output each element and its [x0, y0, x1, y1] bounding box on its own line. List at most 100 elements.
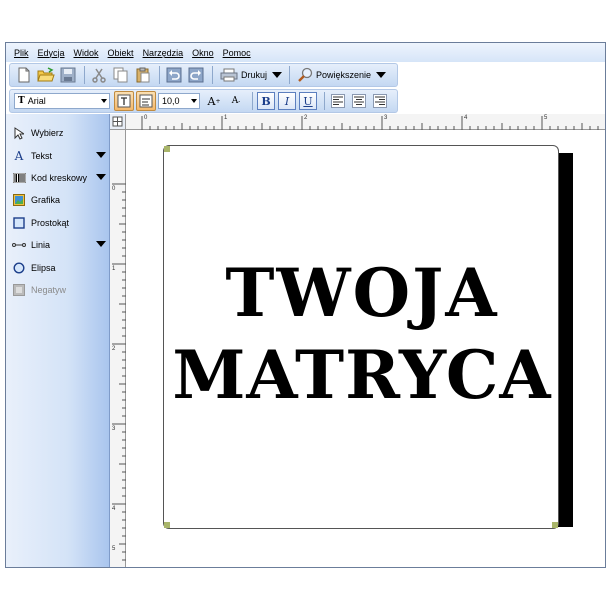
toolbar-separator: [324, 92, 325, 110]
align-center-icon: [352, 94, 366, 108]
plus-icon: +: [215, 97, 221, 105]
align-left-icon: [331, 94, 345, 108]
ruler-top-number: 4: [464, 115, 468, 121]
menu-widok[interactable]: Widok: [74, 48, 99, 58]
pointer-icon: [12, 126, 26, 140]
tool-text[interactable]: A Tekst: [12, 147, 108, 165]
ruler-top-number: 2: [304, 115, 308, 121]
align-left-button[interactable]: [329, 92, 347, 110]
stamp-line-2: MATRYCA: [172, 336, 552, 414]
align-right-button[interactable]: [371, 92, 389, 110]
font-name-select[interactable]: T Arial: [14, 93, 110, 109]
chevron-down-icon[interactable]: [96, 152, 106, 158]
selection-handle[interactable]: [164, 522, 170, 528]
tool-select[interactable]: Wybierz: [12, 124, 108, 142]
menu-plik[interactable]: Plik: [14, 48, 29, 58]
text-icon: A: [14, 149, 24, 163]
rectangle-icon: [12, 216, 26, 230]
vertical-ruler: 0 1 2 3 4 5: [110, 130, 126, 567]
selection-handle[interactable]: [164, 146, 170, 152]
redo-button[interactable]: [186, 65, 206, 85]
standard-toolbar-band: Drukuj Powiększenie: [9, 63, 398, 87]
bold-label: B: [261, 94, 271, 108]
chevron-down-icon[interactable]: [376, 72, 387, 78]
copy-icon: [113, 67, 128, 83]
copy-button[interactable]: [111, 65, 131, 85]
menu-okno[interactable]: Okno: [192, 48, 214, 58]
menu-edycja[interactable]: Edycja: [38, 48, 65, 58]
font-size-select[interactable]: 10,0: [158, 93, 200, 109]
chevron-down-icon[interactable]: [96, 241, 106, 247]
shrink-font-button[interactable]: A-: [226, 91, 246, 111]
ruler-left-number: 3: [112, 426, 116, 432]
chevron-down-icon[interactable]: [191, 99, 197, 103]
undo-button[interactable]: [164, 65, 184, 85]
font-size-value: 10,0: [162, 96, 180, 106]
menu-narzedzia[interactable]: Narzędzia: [143, 48, 184, 58]
chevron-down-icon[interactable]: [101, 99, 107, 103]
tool-text-label: Tekst: [31, 151, 53, 161]
menu-pomoc[interactable]: Pomoc: [223, 48, 251, 58]
redo-icon: [188, 67, 204, 83]
tool-negative-label: Negatyw: [31, 285, 67, 295]
italic-button[interactable]: I: [278, 92, 296, 110]
horizontal-ruler-ticks: [141, 116, 599, 130]
print-button[interactable]: Drukuj: [217, 65, 285, 85]
print-label: Drukuj: [241, 70, 268, 80]
tool-rectangle[interactable]: Prostokąt: [12, 214, 108, 232]
horizontal-ruler: 0 1 2 3 4 5: [126, 114, 605, 130]
tool-image-label: Grafika: [31, 195, 61, 205]
stamp-text[interactable]: TWOJA MATRYCA: [164, 252, 560, 416]
tool-ellipse[interactable]: Elipsa: [12, 259, 108, 277]
zoom-button[interactable]: Powiększenie: [294, 65, 389, 85]
tool-line[interactable]: Linia: [12, 236, 108, 254]
standard-toolbar: Drukuj Powiększenie: [6, 62, 605, 88]
zoom-label: Powiększenie: [316, 70, 372, 80]
grow-font-button[interactable]: A +: [204, 91, 224, 111]
text-wrap-button[interactable]: [136, 91, 156, 111]
new-button[interactable]: [14, 65, 34, 85]
chevron-down-icon[interactable]: [272, 72, 283, 78]
tool-select-label: Wybierz: [31, 128, 64, 138]
stamp-line-1: TWOJA: [225, 254, 499, 332]
grow-font-label: A: [207, 94, 216, 108]
ruler-top-number: 5: [544, 115, 548, 121]
open-button[interactable]: [36, 65, 56, 85]
tool-line-label: Linia: [31, 240, 51, 250]
selection-handle[interactable]: [552, 522, 558, 528]
underline-button[interactable]: U: [299, 92, 317, 110]
formatting-toolbar: T Arial 10,0 A + A- B I U: [6, 88, 605, 114]
design-canvas[interactable]: TWOJA MATRYCA: [127, 131, 605, 567]
ruler-corner[interactable]: [110, 114, 126, 130]
paste-button[interactable]: [133, 65, 153, 85]
menu-obiekt[interactable]: Obiekt: [108, 48, 134, 58]
save-button[interactable]: [58, 65, 78, 85]
align-center-button[interactable]: [350, 92, 368, 110]
tool-barcode-label: Kod kreskowy: [31, 173, 88, 183]
tool-negative: Negatyw: [12, 281, 108, 299]
scissors-icon: [92, 68, 106, 83]
line-icon: [12, 238, 26, 252]
align-right-icon: [373, 94, 387, 108]
chevron-down-icon[interactable]: [96, 174, 106, 180]
menu-bar: Plik Edycja Widok Obiekt Narzędzia Okno …: [6, 43, 605, 62]
bold-button[interactable]: B: [257, 92, 275, 110]
ruler-left-number: 1: [112, 266, 116, 272]
cut-button[interactable]: [89, 65, 109, 85]
app-window: Plik Edycja Widok Obiekt Narzędzia Okno …: [5, 42, 606, 568]
undo-icon: [166, 67, 182, 83]
tool-ellipse-label: Elipsa: [31, 263, 56, 273]
toolbar-separator: [252, 92, 253, 110]
tool-image[interactable]: Grafika: [12, 191, 108, 209]
ellipse-icon: [12, 261, 26, 275]
toolbar-separator: [84, 66, 85, 84]
ruler-left-number: 5: [112, 546, 116, 552]
label-stamp[interactable]: TWOJA MATRYCA: [163, 145, 559, 529]
tool-barcode[interactable]: Kod kreskowy: [12, 169, 108, 187]
formatting-toolbar-band: T Arial 10,0 A + A- B I U: [9, 89, 398, 113]
barcode-icon: [12, 171, 26, 185]
paste-clipboard-icon: [136, 67, 150, 83]
font-type-icon: T: [18, 96, 25, 106]
image-icon: [12, 193, 26, 207]
text-frame-button[interactable]: [114, 91, 134, 111]
